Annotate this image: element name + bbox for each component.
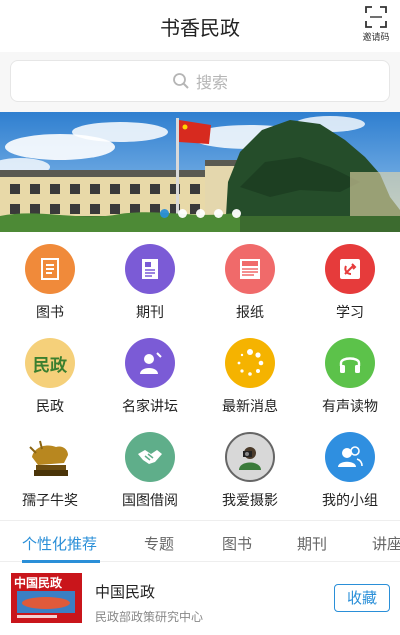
newspaper-icon [225,244,275,294]
carousel-dot-5[interactable] [232,209,241,218]
item-publisher: 民政部政策研究中心 [95,610,204,624]
handshake-icon [125,432,175,482]
category-ruziniu-award[interactable]: 孺子牛奖 [0,424,100,518]
category-label: 国图借阅 [122,493,178,509]
category-study[interactable]: 学习 [300,236,400,330]
headphones-icon [325,338,375,388]
search-bar-area: 搜索 [0,52,400,112]
carousel-dot-2[interactable] [178,209,187,218]
tab-recommended[interactable]: 个性化推荐 [22,533,97,554]
category-label: 报纸 [236,305,264,321]
carousel-dot-3[interactable] [196,209,205,218]
category-minzheng[interactable]: 民政 民政 [0,330,100,424]
carousel-dots [160,209,250,218]
carousel-dot-4[interactable] [214,209,223,218]
category-lectures[interactable]: 名家讲坛 [100,330,200,424]
banner-carousel[interactable] [0,112,400,232]
category-news[interactable]: 最新消息 [200,330,300,424]
category-label: 图书 [36,305,64,321]
tab-magazines[interactable]: 期刊 [297,533,327,554]
tab-lectures[interactable]: 讲座 [372,533,400,554]
scan-icon [365,6,387,28]
bull-statue-icon [25,432,75,482]
search-input[interactable]: 搜索 [10,60,390,102]
app-header: 书香民政 邀请码 [0,0,400,52]
category-label: 期刊 [136,305,164,321]
list-item[interactable]: 中国民政 中国民政 民政部政策研究中心 收藏 [0,563,400,635]
loading-icon [225,338,275,388]
category-label: 孺子牛奖 [22,493,78,509]
invite-code-button[interactable]: 邀请码 [360,6,392,43]
category-grid: 图书 期刊 报纸 学习 民政 民政 名家讲坛 最新消息 有声读物 孺子牛奖 国图… [0,236,400,518]
tab-books[interactable]: 图书 [222,533,252,554]
category-label: 我的小组 [322,493,378,509]
category-newspapers[interactable]: 报纸 [200,236,300,330]
category-label: 学习 [336,305,364,321]
search-placeholder: 搜索 [195,73,228,92]
category-label: 民政 [36,399,64,415]
invite-code-label: 邀请码 [362,33,390,43]
favorite-button[interactable]: 收藏 [334,584,390,612]
book-icon [25,244,75,294]
category-label: 名家讲坛 [122,399,178,415]
category-label: 有声读物 [322,399,378,415]
category-books[interactable]: 图书 [0,236,100,330]
category-audiobooks[interactable]: 有声读物 [300,330,400,424]
magazine-icon [125,244,175,294]
category-my-group[interactable]: 我的小组 [300,424,400,518]
category-magazines[interactable]: 期刊 [100,236,200,330]
category-label: 最新消息 [222,399,278,415]
content-tabs: 个性化推荐 专题 图书 期刊 讲座 [0,520,400,563]
tab-topics[interactable]: 专题 [144,533,174,554]
photography-icon [225,432,275,482]
item-title: 中国民政 [95,583,156,601]
search-icon [173,73,189,89]
minzheng-icon: 民政 [25,338,75,388]
category-photography[interactable]: 我爱摄影 [200,424,300,518]
group-icon [325,432,375,482]
category-nlc-borrow[interactable]: 国图借阅 [100,424,200,518]
category-label: 我爱摄影 [222,493,278,509]
carousel-dot-1[interactable] [160,209,169,218]
party-emblem-icon [325,244,375,294]
page-title: 书香民政 [160,16,240,40]
lecture-icon [125,338,175,388]
magazine-cover: 中国民政 [11,573,82,623]
